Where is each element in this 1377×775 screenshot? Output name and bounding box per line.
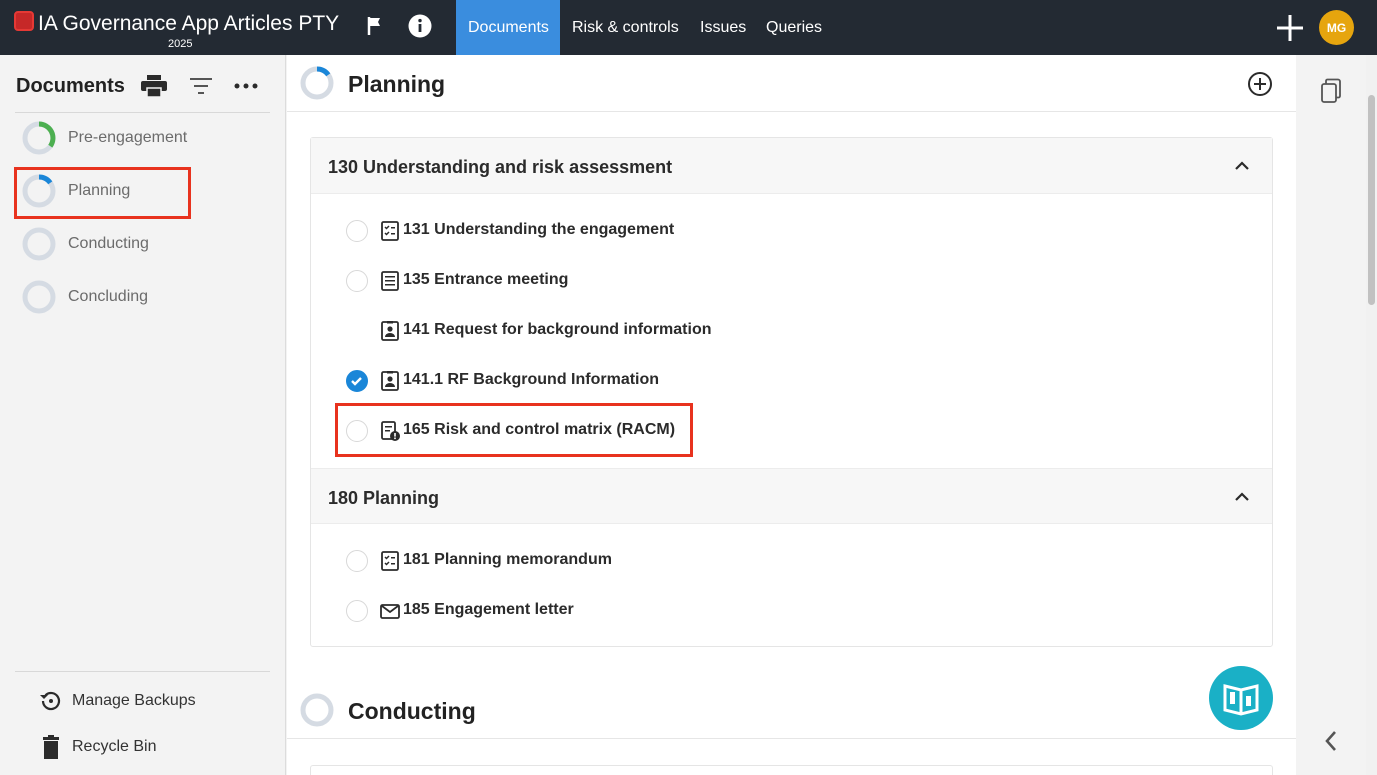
- list-item-141-1[interactable]: 141.1 RF Background Information: [341, 360, 961, 400]
- section-title: Planning: [348, 71, 446, 97]
- section-header-planning: Planning: [287, 55, 1296, 112]
- sidebar-item-conducting[interactable]: Conducting: [22, 225, 272, 265]
- group-title: 180 Planning: [328, 488, 440, 508]
- sidebar-item-planning[interactable]: Planning: [22, 172, 272, 212]
- tab-risk-controls[interactable]: Risk & controls: [560, 0, 691, 55]
- checklist-doc-icon: [381, 551, 399, 571]
- document-label: 185 Engagement letter: [403, 601, 574, 618]
- status-checkbox[interactable]: [346, 600, 368, 622]
- sidebar-title: Documents: [16, 75, 125, 97]
- sidebar-item-label: Concluding: [68, 288, 149, 305]
- scrollbar-thumb[interactable]: [1368, 95, 1375, 305]
- group-title: 130 Understanding and risk assessment: [328, 157, 673, 177]
- envelope-icon: [380, 604, 400, 619]
- text-doc-icon: [381, 271, 399, 291]
- scrollbar[interactable]: [1366, 55, 1377, 775]
- group-header-130[interactable]: 130 Understanding and risk assessment: [311, 138, 1272, 194]
- progress-ring-icon: [300, 693, 334, 727]
- sidebar-divider: [15, 671, 270, 672]
- trash-icon: [43, 735, 59, 759]
- top-bar: IA Governance App Articles PTY 2025 Docu…: [0, 0, 1377, 55]
- sidebar-item-label: Pre-engagement: [68, 129, 188, 146]
- recycle-bin-label: Recycle Bin: [72, 738, 157, 755]
- document-label: 135 Entrance meeting: [403, 271, 569, 288]
- app-title: IA Governance App Articles PTY: [38, 12, 340, 35]
- list-item-135[interactable]: 135 Entrance meeting: [341, 260, 961, 300]
- chevron-up-icon[interactable]: [1232, 487, 1252, 507]
- document-label: 165 Risk and control matrix (RACM): [403, 421, 676, 438]
- tab-issues[interactable]: Issues: [688, 0, 758, 55]
- manage-backups-label: Manage Backups: [72, 692, 196, 709]
- contact-doc-icon: [381, 371, 399, 391]
- document-groups-card: [310, 765, 1273, 775]
- backup-restore-icon: [40, 691, 61, 711]
- sidebar-item-concluding[interactable]: Concluding: [22, 278, 272, 318]
- app-year: 2025: [168, 38, 193, 50]
- app-logo-icon: [14, 11, 34, 31]
- sidebar-item-label: Planning: [68, 182, 131, 199]
- chevron-up-icon[interactable]: [1232, 156, 1252, 176]
- doc-alert-icon: [381, 421, 400, 441]
- group-header-180[interactable]: 180 Planning: [311, 468, 1272, 524]
- filter-icon[interactable]: [187, 73, 215, 99]
- contact-doc-icon: [381, 321, 399, 341]
- tab-documents[interactable]: Documents: [456, 0, 560, 55]
- manage-backups-button[interactable]: Manage Backups: [38, 686, 268, 716]
- document-label: 131 Understanding the engagement: [403, 221, 675, 238]
- documents-main: Planning 130 Understanding and risk asse…: [287, 55, 1296, 775]
- list-item-165[interactable]: 165 Risk and control matrix (RACM): [341, 410, 961, 450]
- progress-ring-icon: [22, 227, 56, 261]
- progress-ring-icon: [22, 121, 56, 155]
- app-brand[interactable]: IA Governance App Articles PTY 2025: [14, 8, 344, 52]
- info-icon[interactable]: [406, 12, 434, 40]
- tab-queries[interactable]: Queries: [754, 0, 834, 55]
- sidebar-item-pre-engagement[interactable]: Pre-engagement: [22, 119, 272, 159]
- sidebar-divider: [15, 112, 270, 113]
- progress-ring-icon: [300, 66, 334, 100]
- copy-icon[interactable]: [1317, 77, 1345, 105]
- status-checkbox[interactable]: [346, 270, 368, 292]
- list-item-181[interactable]: 181 Planning memorandum: [341, 540, 961, 580]
- recycle-bin-button[interactable]: Recycle Bin: [38, 732, 268, 762]
- print-icon[interactable]: [140, 73, 168, 99]
- user-avatar[interactable]: MG: [1319, 10, 1354, 45]
- completed-check-icon[interactable]: [346, 370, 368, 392]
- add-document-icon[interactable]: [1247, 71, 1273, 97]
- status-checkbox[interactable]: [346, 420, 368, 442]
- section-header-conducting[interactable]: Conducting: [287, 682, 1296, 739]
- chevron-left-icon[interactable]: [1317, 727, 1345, 755]
- document-groups-card: 130 Understanding and risk assessment 13…: [310, 137, 1273, 647]
- list-item-141[interactable]: 141 Request for background information: [341, 310, 961, 350]
- status-checkbox[interactable]: [346, 550, 368, 572]
- list-item-131[interactable]: 131 Understanding the engagement: [341, 210, 961, 250]
- documents-sidebar: Documents Pre-engagement Planning Conduc…: [0, 55, 286, 775]
- document-label: 181 Planning memorandum: [403, 551, 612, 568]
- flag-icon[interactable]: [362, 12, 390, 40]
- progress-ring-icon: [22, 280, 56, 314]
- status-checkbox[interactable]: [346, 220, 368, 242]
- document-label: 141.1 RF Background Information: [403, 371, 660, 388]
- checklist-doc-icon: [381, 221, 399, 241]
- right-rail: [1297, 55, 1366, 775]
- list-item-185[interactable]: 185 Engagement letter: [341, 590, 961, 630]
- add-icon[interactable]: [1274, 12, 1306, 44]
- section-title: Conducting: [348, 698, 476, 724]
- more-options-icon[interactable]: [232, 73, 260, 99]
- progress-ring-icon: [22, 174, 56, 208]
- help-guide-button[interactable]: [1209, 666, 1273, 730]
- book-icon: [1223, 684, 1259, 716]
- sidebar-item-label: Conducting: [68, 235, 149, 252]
- document-label: 141 Request for background information: [403, 321, 712, 338]
